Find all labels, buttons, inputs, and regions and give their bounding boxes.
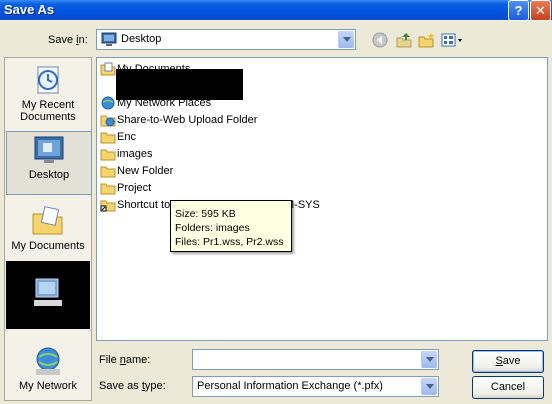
back-icon[interactable]: [372, 32, 390, 48]
my-computer-icon: [34, 278, 62, 306]
place-my-recent-documents[interactable]: My Recent Documents: [6, 61, 90, 129]
place-desktop[interactable]: Desktop: [6, 131, 92, 195]
save-button[interactable]: Save: [472, 350, 544, 373]
file-name-label: File name:: [99, 354, 151, 366]
web-folder-icon: [100, 115, 116, 127]
places-bar: My Recent Documents Desktop My Documents: [4, 57, 92, 401]
help-button[interactable]: ?: [508, 0, 529, 21]
up-folder-icon[interactable]: [395, 32, 413, 48]
save-in-label: Save in:: [48, 34, 88, 46]
redaction-box: [116, 69, 243, 100]
folder-info-tooltip: Size: 595 KB Folders: images Files: Pr1.…: [170, 200, 292, 252]
chevron-down-icon[interactable]: [338, 31, 354, 48]
shortcut-icon: [100, 200, 116, 212]
cancel-button[interactable]: Cancel: [472, 376, 544, 399]
folder-icon: [100, 132, 116, 144]
new-folder-icon[interactable]: [418, 32, 436, 48]
folder-icon: [100, 166, 116, 178]
chevron-down-icon[interactable]: [421, 351, 437, 368]
recent-documents-icon: [37, 66, 59, 94]
desktop-icon: [34, 136, 64, 163]
close-button[interactable]: ✕: [530, 0, 551, 21]
folder-icon: [100, 149, 116, 161]
file-name-input[interactable]: [192, 349, 439, 370]
my-documents-icon: [100, 62, 116, 76]
window-title: Save As: [4, 2, 55, 17]
desktop-icon: [101, 32, 117, 46]
save-in-dropdown[interactable]: Desktop: [96, 29, 356, 50]
place-my-documents[interactable]: My Documents: [6, 201, 90, 259]
chevron-down-icon[interactable]: [421, 378, 437, 395]
place-my-network[interactable]: My Network: [6, 345, 90, 397]
title-bar: Save As ? ✕: [0, 0, 552, 21]
place-my-computer[interactable]: [6, 261, 90, 329]
save-in-value: Desktop: [121, 33, 162, 45]
save-as-type-dropdown[interactable]: Personal Information Exchange (*.pfx): [192, 376, 439, 397]
my-documents-icon: [32, 206, 63, 235]
views-menu-icon[interactable]: [441, 32, 465, 48]
save-as-type-label: Save as type:: [99, 380, 166, 392]
network-places-icon: [101, 96, 115, 110]
my-network-icon: [36, 347, 60, 375]
folder-icon: [100, 183, 116, 195]
